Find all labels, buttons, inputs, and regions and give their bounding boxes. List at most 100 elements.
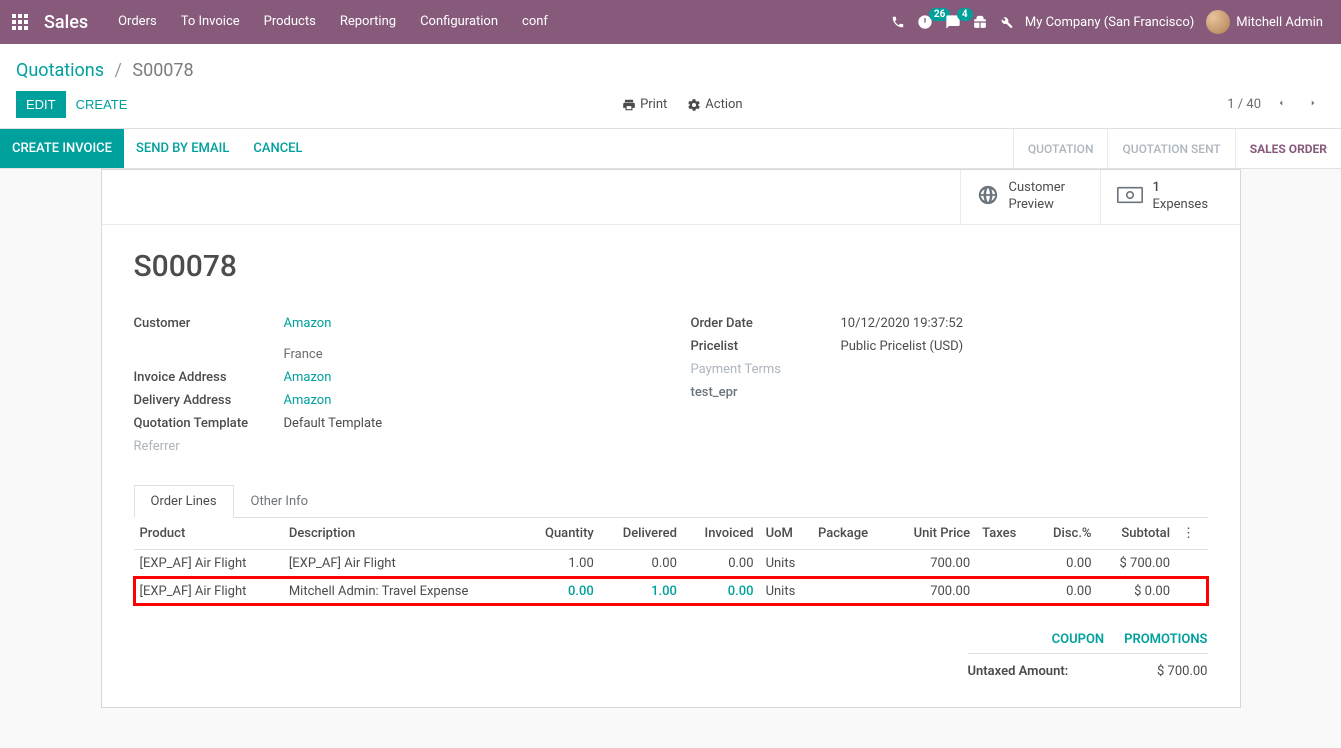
cell-package [812,577,890,605]
th-product[interactable]: Product [134,518,283,550]
pricelist-value: Public Pricelist (USD) [841,339,1208,354]
create-button[interactable]: CREATE [66,92,138,117]
template-label: Quotation Template [134,416,284,431]
untaxed-label: Untaxed Amount: [968,664,1069,679]
action-button[interactable]: Action [687,97,742,112]
th-invoiced[interactable]: Invoiced [683,518,760,550]
referrer-label: Referrer [134,439,284,454]
th-taxes[interactable]: Taxes [976,518,1034,550]
status-sales-order[interactable]: SALES ORDER [1235,129,1341,168]
delivery-address-label: Delivery Address [134,393,284,408]
action-bar: CREATE INVOICE SEND BY EMAIL CANCEL QUOT… [0,129,1341,169]
edit-button[interactable]: EDIT [16,91,66,118]
table-row[interactable]: [EXP_AF] Air Flight [EXP_AF] Air Flight … [134,549,1208,577]
customer-preview-button[interactable]: Customer Preview [960,170,1100,224]
user-menu[interactable]: Mitchell Admin [1206,10,1323,34]
table-row[interactable]: [EXP_AF] Air Flight Mitchell Admin: Trav… [134,577,1208,605]
delivery-address-link[interactable]: Amazon [284,393,332,408]
activities-icon[interactable]: 26 [917,14,933,30]
navbar: Sales Orders To Invoice Products Reporti… [0,0,1341,44]
cell-description: Mitchell Admin: Travel Expense [283,577,524,605]
money-icon [1117,186,1143,208]
nav-orders[interactable]: Orders [106,0,169,44]
cell-quantity: 0.00 [523,577,599,605]
cell-invoiced: 0.00 [683,549,760,577]
pager: 1 / 40 [1227,92,1325,117]
th-package[interactable]: Package [812,518,890,550]
breadcrumb-sep: / [114,60,121,81]
cell-unit-price: 700.00 [890,577,976,605]
cell-unit-price: 700.00 [890,549,976,577]
preview-line2: Preview [1009,197,1066,214]
print-label: Print [640,97,667,112]
send-email-button[interactable]: SEND BY EMAIL [124,129,241,168]
th-description[interactable]: Description [283,518,524,550]
th-unit-price[interactable]: Unit Price [890,518,976,550]
action-label: Action [705,97,742,112]
tabs: Order Lines Other Info [134,484,1208,518]
cell-taxes [976,577,1034,605]
cell-invoiced: 0.00 [683,577,760,605]
coupon-row: COUPON PROMOTIONS [134,606,1208,653]
nav-products[interactable]: Products [252,0,328,44]
apps-icon[interactable] [0,0,40,44]
control-bar: Quotations / S00078 EDIT CREATE Print Ac… [0,44,1341,129]
pager-next[interactable] [1301,92,1325,117]
cell-uom: Units [760,549,812,577]
template-value: Default Template [284,416,651,431]
customer-link[interactable]: Amazon [284,316,332,331]
payment-terms-value [841,362,1208,377]
expenses-button[interactable]: 1 Expenses [1100,170,1240,224]
th-kebab-icon[interactable]: ⋮ [1176,518,1207,550]
globe-icon [977,184,999,210]
avatar-icon [1206,10,1230,34]
cell-uom: Units [760,577,812,605]
th-uom[interactable]: UoM [760,518,812,550]
tab-order-lines[interactable]: Order Lines [134,485,234,518]
pager-prev[interactable] [1269,92,1293,117]
status-quotation[interactable]: QUOTATION [1013,129,1108,168]
messages-icon[interactable]: 4 [945,14,961,30]
nav-configuration[interactable]: Configuration [408,0,510,44]
customer-country: France [284,345,651,362]
expenses-count: 1 [1153,180,1209,197]
form-sheet: Customer Preview 1 Expenses S00078 C [101,169,1241,708]
user-name: Mitchell Admin [1236,15,1323,30]
invoice-address-label: Invoice Address [134,370,284,385]
print-button[interactable]: Print [622,97,667,112]
order-date-label: Order Date [691,316,841,331]
untaxed-value: $ 700.00 [1157,664,1208,679]
wrench-icon[interactable] [999,15,1013,29]
cell-quantity: 1.00 [523,549,599,577]
cell-product: [EXP_AF] Air Flight [134,549,283,577]
referrer-value [284,439,651,454]
tab-other-info[interactable]: Other Info [234,485,326,518]
company-switcher[interactable]: My Company (San Francisco) [1025,15,1194,30]
create-invoice-button[interactable]: CREATE INVOICE [0,129,124,168]
cell-delivered: 0.00 [600,549,683,577]
brand[interactable]: Sales [40,12,106,33]
cell-delivered: 1.00 [600,577,683,605]
th-disc[interactable]: Disc.% [1034,518,1097,550]
breadcrumb-root[interactable]: Quotations [16,60,104,81]
coupon-button[interactable]: COUPON [1052,632,1105,647]
th-delivered[interactable]: Delivered [600,518,683,550]
phone-icon[interactable] [891,15,905,29]
nav-conf[interactable]: conf [510,0,560,44]
nav-reporting[interactable]: Reporting [328,0,408,44]
pager-text[interactable]: 1 / 40 [1227,97,1261,112]
stat-buttons: Customer Preview 1 Expenses [102,170,1240,225]
cancel-button[interactable]: CANCEL [241,129,314,168]
th-quantity[interactable]: Quantity [523,518,599,550]
invoice-address-link[interactable]: Amazon [284,370,332,385]
status-quotation-sent[interactable]: QUOTATION SENT [1107,129,1234,168]
th-subtotal[interactable]: Subtotal [1098,518,1177,550]
promotions-button[interactable]: PROMOTIONS [1124,632,1207,647]
cell-disc: 0.00 [1034,577,1097,605]
nav-menu: Orders To Invoice Products Reporting Con… [106,0,560,44]
nav-to-invoice[interactable]: To Invoice [169,0,252,44]
gift-icon[interactable] [973,15,987,29]
pricelist-label: Pricelist [691,339,841,354]
cell-package [812,549,890,577]
test-epr-value [841,385,1208,400]
